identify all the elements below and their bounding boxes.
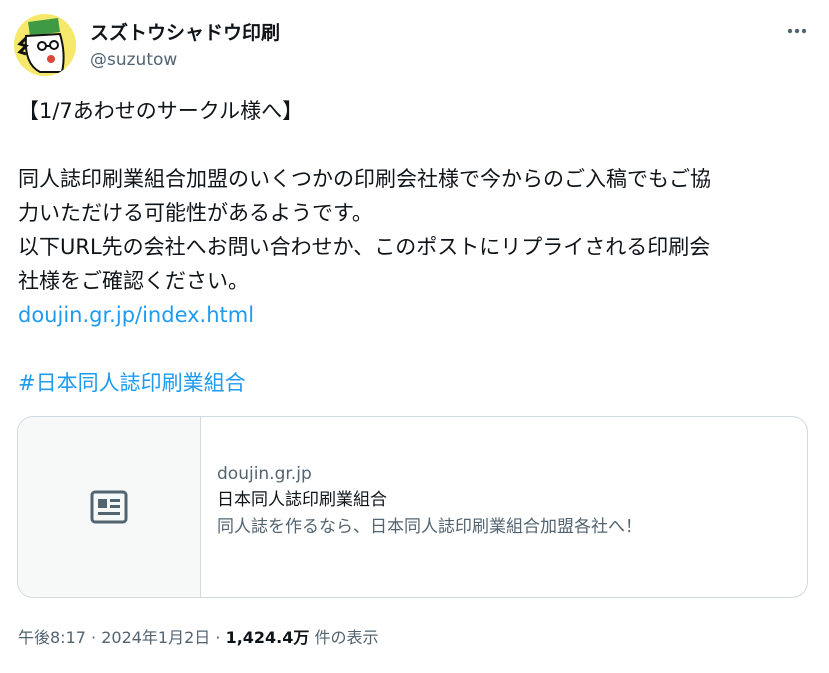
tweet-date-link[interactable]: 2024年1月2日: [101, 628, 210, 647]
link-preview-card[interactable]: doujin.gr.jp 日本同人誌印刷業組合 同人誌を作るなら、日本同人誌印刷…: [17, 416, 808, 598]
avatar[interactable]: [14, 14, 76, 76]
newspaper-icon: [90, 490, 128, 524]
display-name[interactable]: スズトウシャドウ印刷: [90, 18, 280, 45]
user-handle[interactable]: @suzutow: [90, 50, 177, 70]
card-domain: doujin.gr.jp: [217, 464, 312, 484]
card-description: 同人誌を作るなら、日本同人誌印刷業組合加盟各社へ！: [217, 517, 642, 537]
more-icon: [787, 28, 807, 34]
meta-separator: ·: [210, 628, 226, 647]
tweet-url-link[interactable]: doujin.gr.jp/index.html: [18, 303, 254, 327]
tweet-line: 社様をご確認ください。: [18, 269, 249, 293]
tweet-line: 【1/7あわせのサークル様へ】: [18, 99, 304, 123]
tweet-line: 以下URL先の会社へお問い合わせか、このポストにリプライされる印刷会: [18, 235, 711, 259]
more-options-button[interactable]: [782, 18, 812, 44]
hashtag-link[interactable]: #日本同人誌印刷業組合: [18, 371, 246, 395]
card-thumbnail: [18, 417, 201, 597]
meta-separator: ·: [85, 628, 102, 647]
avatar-illustration: [14, 14, 76, 76]
tweet-line: 同人誌印刷業組合加盟のいくつかの印刷会社様で今からのご入稿でもご協: [18, 167, 711, 191]
card-body: doujin.gr.jp 日本同人誌印刷業組合 同人誌を作るなら、日本同人誌印刷…: [217, 461, 791, 541]
tweet-text: 【1/7あわせのサークル様へ】 同人誌印刷業組合加盟のいくつかの印刷会社様で今か…: [18, 94, 813, 400]
views-count: 1,424.4万: [225, 628, 310, 647]
tweet-line: 力いただける可能性があるようです。: [18, 201, 373, 225]
tweet-time-link[interactable]: 午後8:17: [18, 628, 86, 647]
tweet-meta: 午後8:17 · 2024年1月2日 · 1,424.4万 件の表示: [18, 624, 378, 648]
card-title: 日本同人誌印刷業組合: [217, 490, 387, 510]
views-label: 件の表示: [309, 628, 379, 647]
